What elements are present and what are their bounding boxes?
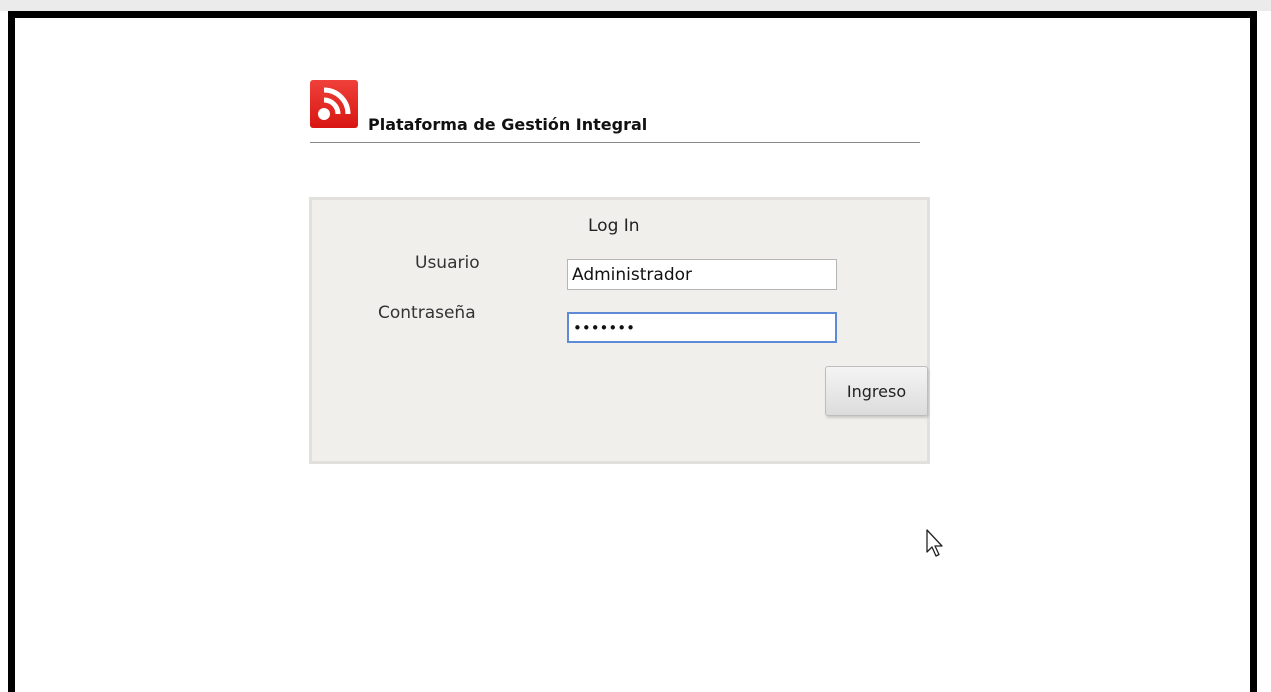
username-label: Usuario bbox=[415, 253, 480, 273]
mouse-pointer-icon bbox=[925, 528, 947, 562]
app-title: Plataforma de Gestión Integral bbox=[368, 115, 648, 134]
login-heading: Log In bbox=[588, 216, 640, 236]
password-label: Contraseña bbox=[378, 303, 476, 323]
username-input[interactable] bbox=[567, 259, 837, 290]
rss-icon bbox=[310, 80, 358, 128]
top-strip bbox=[0, 0, 1271, 11]
app-header: Plataforma de Gestión Integral bbox=[310, 80, 920, 143]
login-panel: Log In Usuario Contraseña Ingreso bbox=[309, 197, 930, 464]
password-input[interactable] bbox=[567, 312, 837, 343]
login-button[interactable]: Ingreso bbox=[825, 366, 928, 416]
